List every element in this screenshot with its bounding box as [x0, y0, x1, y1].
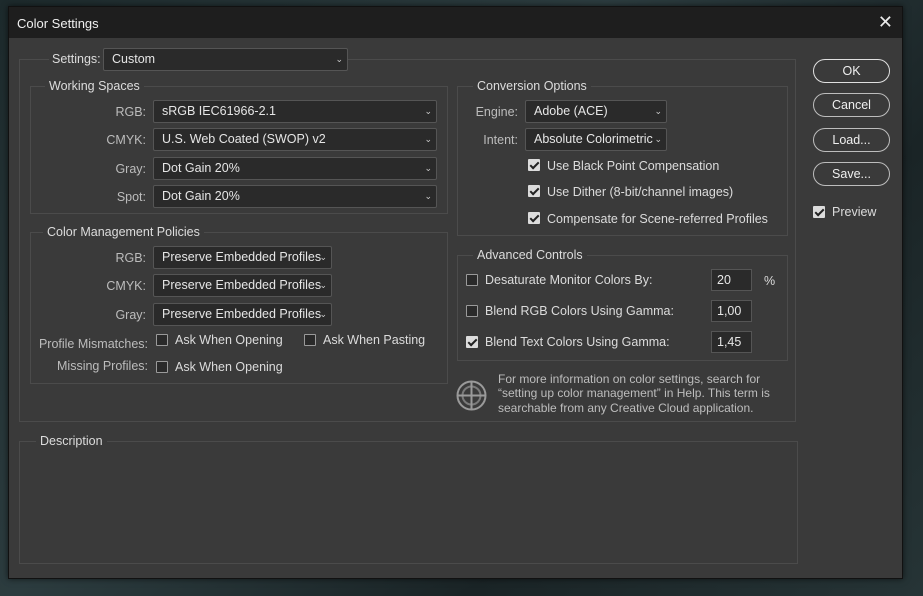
policy-rgb-value: Preserve Embedded Profiles	[162, 250, 322, 264]
conversion-title: Conversion Options	[473, 79, 591, 93]
policy-gray-label: Gray:	[115, 308, 146, 322]
policy-rgb-select[interactable]: Preserve Embedded Profiles ⌄	[153, 246, 332, 269]
dialog-title: Color Settings	[17, 16, 99, 31]
mismatch-ask-opening-label: Ask When Opening	[175, 333, 283, 347]
chevron-down-icon: ⌄	[424, 191, 432, 201]
desaturate-label: Desaturate Monitor Colors By:	[485, 273, 653, 287]
chevron-down-icon: ⌄	[654, 134, 662, 144]
title-bar: Color Settings ✕	[9, 7, 902, 38]
blend-text-checkbox[interactable]	[466, 336, 478, 348]
description-group	[19, 441, 798, 564]
ws-cmyk-value: U.S. Web Coated (SWOP) v2	[162, 132, 326, 146]
ws-rgb-label: RGB:	[115, 105, 146, 119]
desaturate-input[interactable]: 20	[711, 269, 752, 291]
info-line-1: For more information on color settings, …	[498, 372, 761, 386]
chevron-down-icon: ⌄	[319, 280, 327, 290]
ws-spot-label: Spot:	[116, 190, 146, 204]
missing-ask-opening-label: Ask When Opening	[175, 360, 283, 374]
black-point-checkbox[interactable]	[528, 159, 540, 171]
blend-rgb-input[interactable]: 1,00	[711, 300, 752, 322]
policy-rgb-label: RGB:	[115, 251, 146, 265]
chevron-down-icon: ⌄	[424, 106, 432, 116]
use-dither-label: Use Dither (8-bit/channel images)	[547, 185, 734, 199]
settings-label: Settings:	[49, 52, 104, 66]
policies-title: Color Management Policies	[43, 225, 204, 239]
ws-gray-select[interactable]: Dot Gain 20% ⌄	[153, 157, 437, 180]
close-icon[interactable]: ✕	[878, 11, 893, 33]
advanced-title: Advanced Controls	[473, 248, 587, 262]
ws-cmyk-label: CMYK:	[106, 133, 146, 147]
intent-label: Intent:	[483, 133, 518, 147]
ws-spot-select[interactable]: Dot Gain 20% ⌄	[153, 185, 437, 208]
scene-referred-label: Compensate for Scene-referred Profiles	[547, 212, 768, 226]
use-dither-checkbox[interactable]	[528, 185, 540, 197]
intent-select[interactable]: Absolute Colorimetric ⌄	[525, 128, 667, 151]
load-button[interactable]: Load...	[813, 128, 890, 152]
ok-button[interactable]: OK	[813, 59, 890, 83]
ws-rgb-value: sRGB IEC61966-2.1	[162, 104, 276, 118]
blend-text-input[interactable]: 1,45	[711, 331, 752, 353]
info-line-3: searchable from any Creative Cloud appli…	[498, 401, 754, 415]
chevron-down-icon: ⌄	[654, 106, 662, 116]
ws-rgb-select[interactable]: sRGB IEC61966-2.1 ⌄	[153, 100, 437, 123]
engine-label: Engine:	[475, 105, 518, 119]
info-line-2: “setting up color management” in Help. T…	[498, 386, 770, 400]
cancel-button[interactable]: Cancel	[813, 93, 890, 117]
preview-checkbox[interactable]	[813, 206, 825, 218]
settings-select[interactable]: Custom ⌄	[103, 48, 348, 71]
mismatch-ask-opening-checkbox[interactable]	[156, 334, 168, 346]
scene-referred-checkbox[interactable]	[528, 212, 540, 224]
settings-value: Custom	[112, 52, 156, 66]
intent-value: Absolute Colorimetric	[534, 132, 653, 146]
missing-ask-opening-checkbox[interactable]	[156, 361, 168, 373]
ws-gray-label: Gray:	[115, 162, 146, 176]
black-point-label: Use Black Point Compensation	[547, 159, 720, 173]
mismatch-ask-pasting-checkbox[interactable]	[304, 334, 316, 346]
chevron-down-icon: ⌄	[319, 309, 327, 319]
profile-mismatches-label: Profile Mismatches:	[38, 337, 148, 351]
policy-cmyk-select[interactable]: Preserve Embedded Profiles ⌄	[153, 274, 332, 297]
working-spaces-title: Working Spaces	[45, 79, 144, 93]
save-button[interactable]: Save...	[813, 162, 890, 186]
chevron-down-icon: ⌄	[424, 134, 432, 144]
preview-label: Preview	[832, 205, 877, 219]
engine-value: Adobe (ACE)	[534, 104, 608, 118]
color-settings-info-icon	[456, 380, 487, 411]
policy-cmyk-label: CMYK:	[106, 279, 146, 293]
policy-gray-select[interactable]: Preserve Embedded Profiles ⌄	[153, 303, 332, 326]
desaturate-unit: %	[764, 274, 776, 288]
desaturate-checkbox[interactable]	[466, 274, 478, 286]
missing-profiles-label: Missing Profiles:	[57, 359, 148, 373]
blend-rgb-label: Blend RGB Colors Using Gamma:	[485, 304, 674, 318]
chevron-down-icon: ⌄	[424, 163, 432, 173]
policy-gray-value: Preserve Embedded Profiles	[162, 307, 322, 321]
description-title: Description	[36, 434, 107, 448]
ws-spot-value: Dot Gain 20%	[162, 189, 240, 203]
chevron-down-icon: ⌄	[319, 252, 327, 262]
engine-select[interactable]: Adobe (ACE) ⌄	[525, 100, 667, 123]
blend-rgb-checkbox[interactable]	[466, 305, 478, 317]
blend-text-label: Blend Text Colors Using Gamma:	[485, 335, 670, 349]
ws-cmyk-select[interactable]: U.S. Web Coated (SWOP) v2 ⌄	[153, 128, 437, 151]
mismatch-ask-pasting-label: Ask When Pasting	[323, 333, 426, 347]
ws-gray-value: Dot Gain 20%	[162, 161, 240, 175]
chevron-down-icon: ⌄	[335, 54, 343, 64]
policy-cmyk-value: Preserve Embedded Profiles	[162, 278, 322, 292]
